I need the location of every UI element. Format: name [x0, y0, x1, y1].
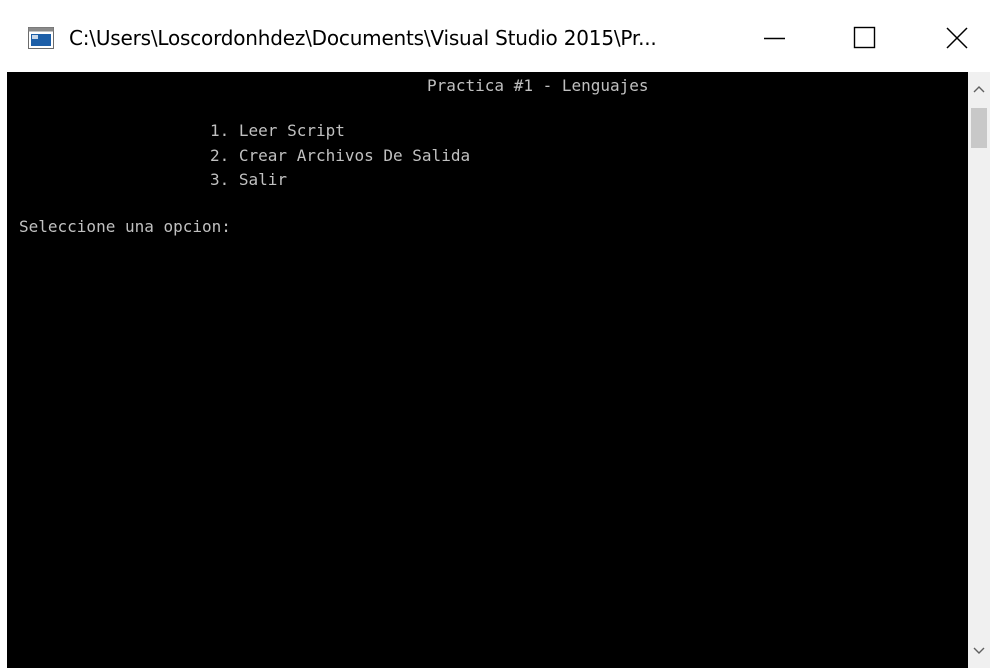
console-app-icon[interactable] — [28, 27, 54, 49]
close-icon — [946, 27, 968, 49]
console-prompt: Seleccione una opcion: — [19, 217, 231, 236]
close-button[interactable] — [896, 0, 990, 72]
menu-option-3: 3. Salir — [210, 170, 288, 189]
title-bar[interactable]: C:\Users\Loscordonhdez\Documents\Visual … — [0, 0, 990, 78]
console-header: Practica #1 - Lenguajes — [427, 76, 649, 95]
menu-option-1: 1. Leer Script — [210, 121, 345, 140]
console-window: C:\Users\Loscordonhdez\Documents\Visual … — [0, 0, 990, 668]
scroll-up-button[interactable] — [968, 72, 990, 106]
menu-option-2: 2. Crear Archivos De Salida — [210, 146, 471, 165]
scroll-down-button[interactable] — [968, 634, 990, 668]
console-output[interactable]: Practica #1 - Lenguajes 1. Leer Script 2… — [7, 72, 968, 668]
chevron-up-icon — [973, 86, 985, 93]
minimize-button[interactable] — [728, 0, 822, 72]
chevron-down-icon — [973, 647, 985, 654]
minimize-icon — [764, 37, 785, 40]
window-title: C:\Users\Loscordonhdez\Documents\Visual … — [69, 26, 657, 50]
scroll-thumb[interactable] — [971, 108, 987, 148]
vertical-scrollbar[interactable] — [968, 72, 990, 668]
